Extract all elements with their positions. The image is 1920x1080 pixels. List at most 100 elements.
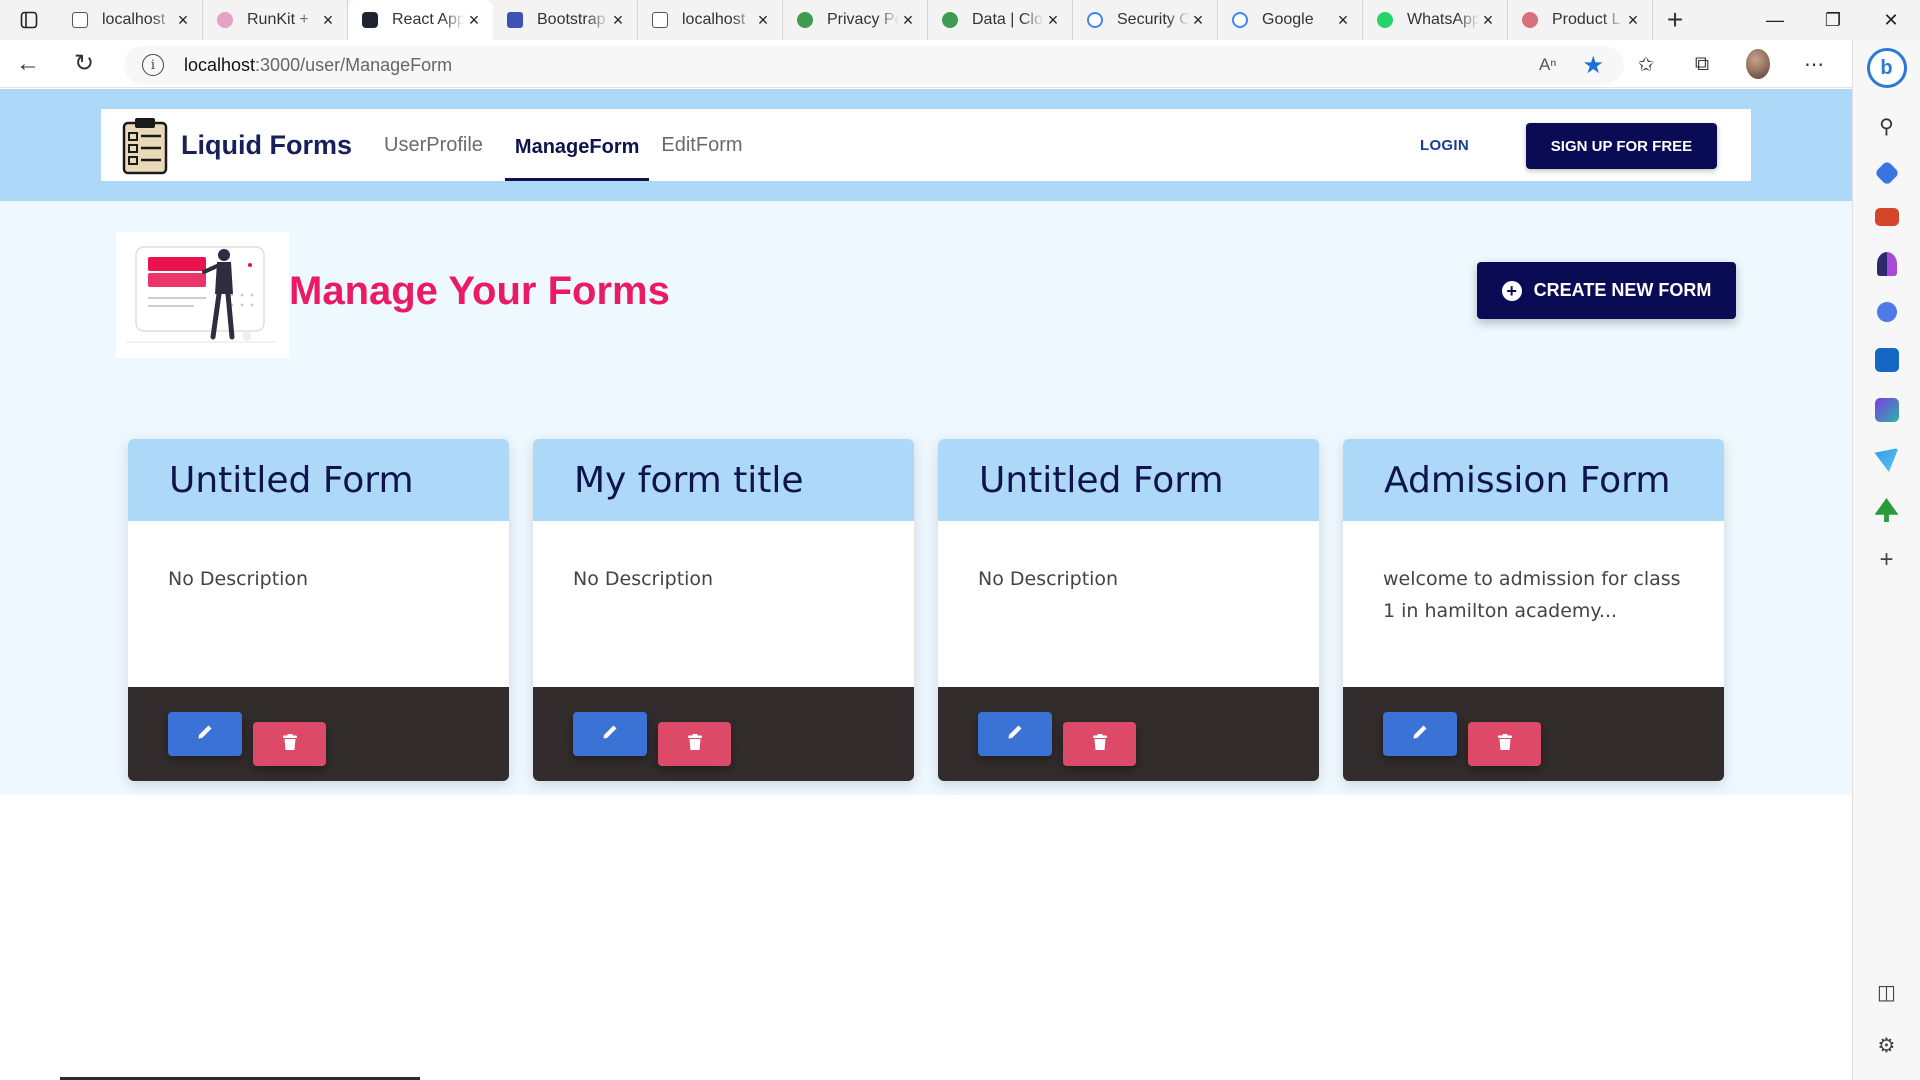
trash-icon xyxy=(1092,733,1107,755)
delete-form-button[interactable] xyxy=(1468,722,1541,766)
pencil-icon xyxy=(602,724,618,745)
presentation-illustration xyxy=(116,232,289,358)
runkit-icon xyxy=(217,12,233,28)
browser-tab[interactable]: React App × xyxy=(348,0,493,40)
close-tab-icon[interactable]: × xyxy=(754,10,772,31)
brand-name[interactable]: Liquid Forms xyxy=(181,130,352,161)
close-tab-icon[interactable]: × xyxy=(609,10,627,31)
tab-actions-icon[interactable] xyxy=(0,0,58,40)
react-icon xyxy=(362,12,378,28)
create-new-form-label: CREATE NEW FORM xyxy=(1533,280,1712,300)
form-card: Admission Form welcome to admission for c… xyxy=(1343,439,1724,781)
games-icon[interactable] xyxy=(1876,252,1897,276)
edit-form-button[interactable] xyxy=(1383,712,1457,756)
browser-tab[interactable]: Data | Clo × xyxy=(928,0,1073,40)
page-icon xyxy=(72,12,88,28)
browser-tab[interactable]: RunKit + × xyxy=(203,0,348,40)
browser-tab[interactable]: WhatsApp × xyxy=(1363,0,1508,40)
browser-tab[interactable]: Bootstrap × xyxy=(493,0,638,40)
read-aloud-icon[interactable]: Aⁿ xyxy=(1539,55,1557,75)
refresh-icon[interactable]: ↻ xyxy=(56,40,112,88)
form-card-description: No Description xyxy=(938,521,1319,687)
page-title: Manage Your Forms xyxy=(289,269,670,313)
favorites-icon[interactable]: ✩ xyxy=(1634,52,1658,76)
delete-form-button[interactable] xyxy=(1063,722,1136,766)
close-tab-icon[interactable]: × xyxy=(319,10,337,31)
form-card-actions xyxy=(1343,687,1724,781)
browser-tab[interactable]: localhost × xyxy=(638,0,783,40)
edit-form-button[interactable] xyxy=(573,712,647,756)
edit-form-button[interactable] xyxy=(978,712,1052,756)
form-card-title[interactable]: My form title xyxy=(533,439,914,521)
form-card-actions xyxy=(533,687,914,781)
form-card-title[interactable]: Untitled Form xyxy=(938,439,1319,521)
nav-link-editform[interactable]: EditForm xyxy=(651,109,752,181)
browser-tab-label: WhatsApp xyxy=(1407,11,1479,28)
clipboard-logo-icon xyxy=(122,118,168,175)
search-icon[interactable]: ⚲ xyxy=(1875,114,1899,138)
minimize-icon[interactable]: — xyxy=(1746,0,1804,40)
mdb-icon xyxy=(507,12,523,28)
shopping-tag-icon[interactable] xyxy=(1873,160,1900,186)
form-card: Untitled Form No Description xyxy=(128,439,509,781)
form-card: My form title No Description xyxy=(533,439,914,781)
create-new-form-button[interactable]: + CREATE NEW FORM xyxy=(1477,262,1736,319)
tree-icon[interactable] xyxy=(1874,498,1899,522)
copilot-icon[interactable] xyxy=(1876,302,1897,322)
delete-form-button[interactable] xyxy=(658,722,731,766)
bing-icon[interactable]: b xyxy=(1866,48,1907,88)
back-icon[interactable]: ← xyxy=(0,40,56,88)
nav-link-userprofile[interactable]: UserProfile xyxy=(374,109,493,181)
browser-tab-label: localhost xyxy=(682,11,746,28)
outlook-icon[interactable] xyxy=(1874,348,1899,372)
app-header: Liquid Forms UserProfile ManageForm Edit… xyxy=(0,89,1852,201)
close-tab-icon[interactable]: × xyxy=(1334,10,1352,31)
form-card-title[interactable]: Untitled Form xyxy=(128,439,509,521)
delete-form-button[interactable] xyxy=(253,722,326,766)
sidebar-panel-icon[interactable]: ◫ xyxy=(1877,980,1896,1005)
browser-tab[interactable]: Privacy Po × xyxy=(783,0,928,40)
close-tab-icon[interactable]: × xyxy=(465,10,483,31)
form-card-title[interactable]: Admission Form xyxy=(1343,439,1724,521)
close-tab-icon[interactable]: × xyxy=(174,10,192,31)
close-window-icon[interactable]: ✕ xyxy=(1862,0,1920,40)
designer-icon[interactable] xyxy=(1874,398,1899,422)
browser-tab-label: Data | Clo xyxy=(972,11,1043,28)
browser-tab[interactable]: Security C × xyxy=(1073,0,1218,40)
address-bar-row: ← ↻ i localhost:3000/user/ManageForm Aⁿ … xyxy=(0,40,1920,88)
close-tab-icon[interactable]: × xyxy=(1189,10,1207,31)
close-tab-icon[interactable]: × xyxy=(899,10,917,31)
profile-avatar[interactable] xyxy=(1746,49,1770,79)
add-sidebar-icon[interactable]: + xyxy=(1875,546,1899,573)
close-tab-icon[interactable]: × xyxy=(1479,10,1497,31)
login-link[interactable]: LOGIN xyxy=(1420,137,1469,154)
favorite-star-icon[interactable]: ★ xyxy=(1582,51,1604,80)
collections-icon[interactable]: ⧉ xyxy=(1690,52,1714,76)
browser-tab[interactable]: localhost × xyxy=(58,0,203,40)
browser-tab-label: Security C xyxy=(1117,11,1189,28)
browser-tab-label: Privacy Po xyxy=(827,11,899,28)
browser-tab-label: RunKit + xyxy=(247,11,309,28)
site-info-icon[interactable]: i xyxy=(142,54,164,76)
browser-tab-label: Bootstrap xyxy=(537,11,606,28)
browser-tab-bar: localhost × RunKit + × React App × Bootstrap × l… xyxy=(0,0,1920,40)
send-icon[interactable] xyxy=(1874,448,1899,472)
nav-link-manageform[interactable]: ManageForm xyxy=(504,117,650,181)
plus-circle-icon: + xyxy=(1501,280,1522,301)
signup-button[interactable]: SIGN UP FOR FREE xyxy=(1526,123,1717,169)
browser-tab[interactable]: Product L × xyxy=(1508,0,1653,40)
new-tab-button[interactable]: + xyxy=(1653,0,1697,40)
trash-icon xyxy=(1497,733,1512,755)
browser-tab[interactable]: Google × xyxy=(1218,0,1363,40)
more-menu-icon[interactable]: ⋯ xyxy=(1802,52,1826,76)
close-tab-icon[interactable]: × xyxy=(1624,10,1642,31)
forms-grid: Untitled Form No Description My form title… xyxy=(128,439,1724,781)
settings-gear-icon[interactable]: ⚙ xyxy=(1878,1033,1896,1058)
close-tab-icon[interactable]: × xyxy=(1044,10,1062,31)
edit-form-button[interactable] xyxy=(168,712,242,756)
form-card-description: No Description xyxy=(533,521,914,687)
google-icon xyxy=(1232,12,1248,28)
toolbox-icon[interactable] xyxy=(1874,208,1899,226)
restore-icon[interactable]: ❐ xyxy=(1804,0,1862,40)
url-field[interactable]: i localhost:3000/user/ManageForm Aⁿ ★ xyxy=(124,46,1624,84)
